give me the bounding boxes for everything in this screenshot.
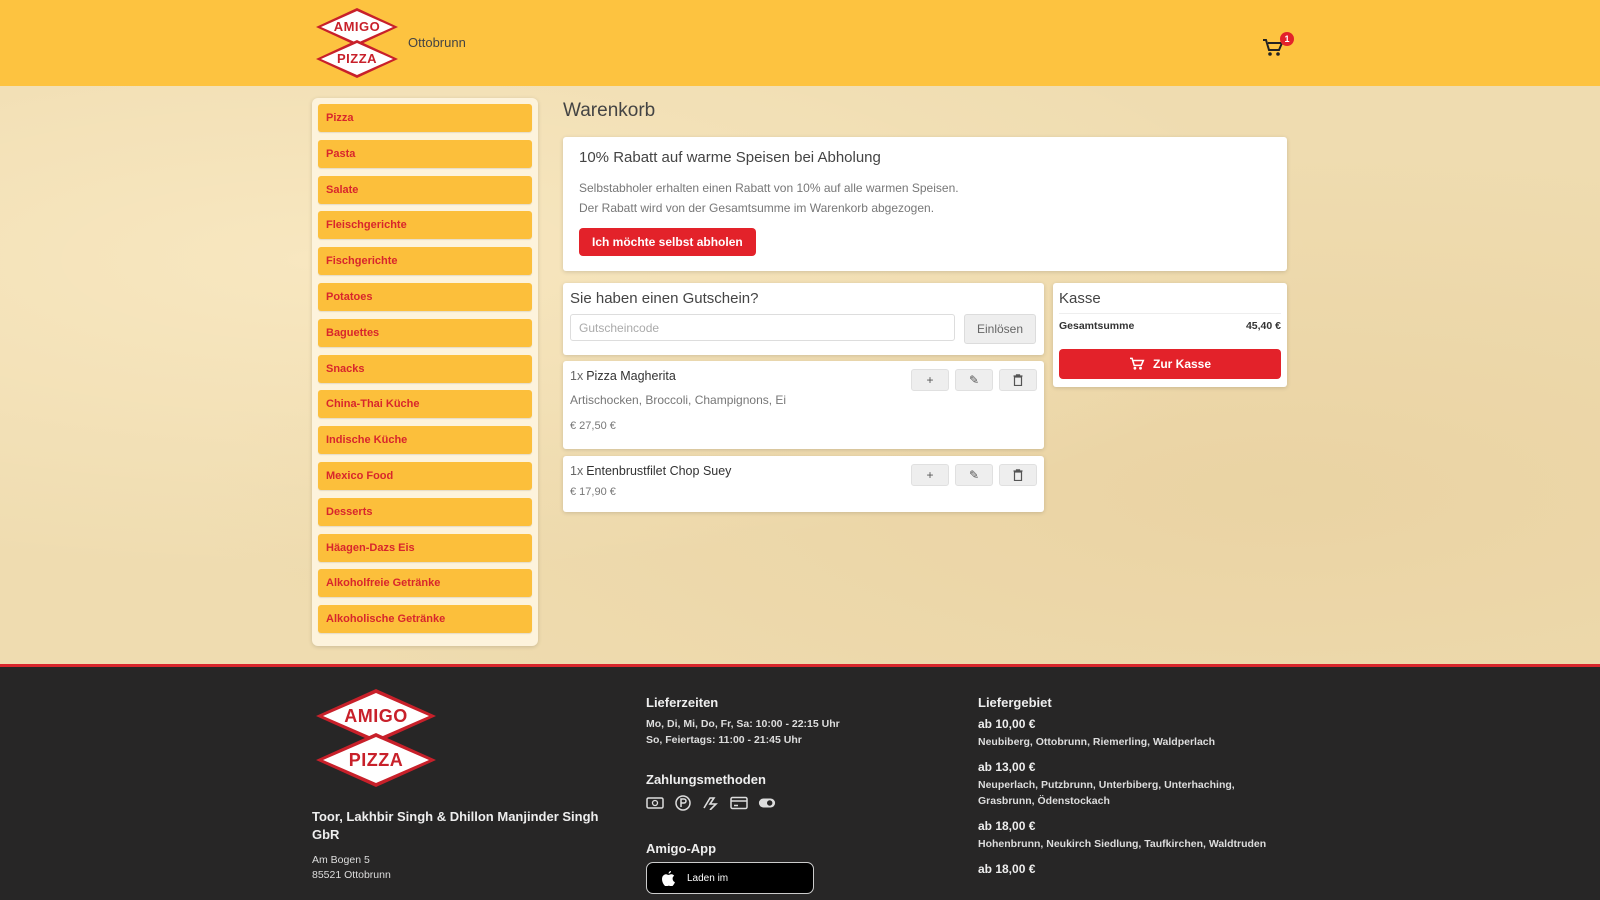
cart-icon [1129, 357, 1145, 370]
address-city: 85521 Ottobrunn [312, 869, 391, 881]
app-store-button[interactable]: Laden im [646, 862, 814, 894]
paypal-icon [674, 795, 692, 811]
category-sidebar: Pizza Pasta Salate Fleischgerichte Fischgeri… [312, 98, 538, 646]
pickup-discount-card: 10% Rabatt auf warme Speisen bei Abholun… [563, 137, 1287, 271]
total-label: Gesamtsumme [1059, 320, 1135, 332]
location-label: Ottobrunn [408, 35, 466, 50]
delivery-area-title: Liefergebiet [978, 695, 1052, 710]
cart-item-qty: 1x [570, 369, 584, 383]
cart-item-price: € 17,90 € [570, 486, 616, 498]
app-store-label: Laden im [687, 872, 729, 884]
zone-min-order: ab 18,00 € [978, 819, 1036, 833]
category-china-thai-küche[interactable]: China-Thai Küche [318, 390, 532, 419]
category-alkoholische-getränke[interactable]: Alkoholische Getränke [318, 605, 532, 634]
plus-icon: + [926, 468, 934, 482]
cart-item-name: Pizza Magherita [586, 369, 676, 383]
zone-towns: Neuperlach, Putzbrunn, Unterbiberg, Unte… [978, 779, 1235, 807]
apple-icon [662, 871, 675, 886]
footer-logo: AMIGO PIZZA [312, 689, 440, 789]
category-snacks[interactable]: Snacks [318, 354, 532, 383]
category-fleischgerichte[interactable]: Fleischgerichte [318, 211, 532, 240]
cash-icon [646, 795, 664, 811]
cart-count-badge: 1 [1280, 32, 1294, 46]
promo-title: 10% Rabatt auf warme Speisen bei Abholun… [579, 149, 881, 166]
edit-item-button[interactable]: ✎ [955, 464, 993, 486]
footer-logo-text-top: AMIGO [344, 706, 408, 726]
promo-line-1: Selbstabholer erhalten einen Rabatt von … [579, 181, 959, 195]
delivery-hours-weekdays: Mo, Di, Mi, Do, Fr, Sa: 10:00 - 22:15 Uh… [646, 718, 840, 730]
checkout-button-label: Zur Kasse [1152, 357, 1212, 371]
plus-icon: + [926, 373, 934, 387]
delivery-hours-sunday: So, Feiertags: 11:00 - 21:45 Uhr [646, 734, 802, 746]
logo-text-bottom: PIZZA [336, 51, 378, 66]
zone-towns: Hohenbrunn, Neukirch Siedlung, Taufkirch… [978, 838, 1267, 850]
payment-methods [646, 795, 946, 811]
category-pasta[interactable]: Pasta [318, 139, 532, 168]
delivery-area-column: Liefergebiet ab 10,00 € Neubiberg, Ottob… [978, 695, 1298, 876]
cart-item-extras: Artischocken, Broccoli, Champignons, Ei [570, 393, 787, 407]
app-title: Amigo-App [646, 841, 717, 856]
category-desserts[interactable]: Desserts [318, 497, 532, 526]
category-baguettes[interactable]: Baguettes [318, 318, 532, 347]
category-indische-küche[interactable]: Indische Küche [318, 426, 532, 455]
increase-quantity-button[interactable]: + [911, 464, 949, 486]
footer-logo-text-bottom: PIZZA [348, 750, 404, 770]
card-icon [730, 795, 748, 811]
company-address: Am Bogen 5 85521 Ottobrunn [312, 853, 391, 883]
address-street: Am Bogen 5 [312, 854, 370, 866]
pencil-icon: ✎ [968, 468, 980, 482]
delivery-hours-title: Lieferzeiten [646, 695, 719, 710]
zone-towns: Neubiberg, Ottobrunn, Riemerling, Waldpe… [978, 736, 1216, 748]
footer-info-column: Lieferzeiten Mo, Di, Mi, Do, Fr, Sa: 10:… [646, 695, 946, 894]
total-value: 45,40 € [1245, 320, 1281, 332]
category-potatoes[interactable]: Potatoes [318, 282, 532, 311]
site-header: AMIGO PIZZA Ottobrunn 1 [0, 0, 1600, 86]
cart-item-name: Entenbrustfilet Chop Suey [586, 464, 732, 478]
cart-item: 1x Entenbrustfilet Chop Suey € 17,90 € + … [563, 456, 1044, 512]
voucher-code-input[interactable] [570, 314, 955, 341]
category-mexico-food[interactable]: Mexico Food [318, 461, 532, 490]
delete-item-button[interactable] [999, 464, 1037, 486]
amigo-pizza-logo[interactable]: AMIGO PIZZA [312, 8, 402, 80]
company-name: Toor, Lakhbir Singh & Dhillon Manjinder … [312, 809, 599, 842]
pencil-icon: ✎ [968, 373, 980, 387]
redeem-voucher-button[interactable]: Einlösen [964, 314, 1037, 344]
sofort-icon [702, 795, 720, 811]
page-title: Warenkorb [563, 100, 656, 121]
checkout-button[interactable]: Zur Kasse [1059, 349, 1281, 379]
voucher-card: Sie haben einen Gutschein? Einlösen [563, 283, 1044, 355]
zone-min-order: ab 10,00 € [978, 717, 1036, 731]
cart-item: 1x Pizza Magherita Artischocken, Broccoli… [563, 361, 1044, 449]
checkout-card: Kasse Gesamtsumme 45,40 € Zur Kasse [1053, 283, 1287, 387]
payment-methods-title: Zahlungsmethoden [646, 772, 766, 787]
trash-icon [1013, 374, 1023, 386]
edit-item-button[interactable]: ✎ [955, 369, 993, 391]
zone-min-order: ab 13,00 € [978, 760, 1036, 774]
trash-icon [1013, 469, 1023, 481]
category-fischgerichte[interactable]: Fischgerichte [318, 247, 532, 276]
category-pizza[interactable]: Pizza [318, 104, 532, 132]
checkout-title: Kasse [1059, 290, 1281, 314]
ec-icon [758, 795, 776, 811]
site-footer: AMIGO PIZZA Toor, Lakhbir Singh & Dhillo… [0, 664, 1600, 900]
category-häagen-dazs-eis[interactable]: Häagen-Dazs Eis [318, 533, 532, 562]
increase-quantity-button[interactable]: + [911, 369, 949, 391]
cart-item-price: € 27,50 € [570, 420, 616, 432]
cart-item-qty: 1x [570, 464, 584, 478]
voucher-title: Sie haben einen Gutschein? [570, 290, 759, 307]
category-alkoholfreie-getränke[interactable]: Alkoholfreie Getränke [318, 569, 532, 598]
category-salate[interactable]: Salate [318, 175, 532, 204]
promo-line-2: Der Rabatt wird von der Gesamtsumme im W… [579, 201, 935, 215]
zone-min-order: ab 18,00 € [978, 862, 1036, 876]
logo-text-top: AMIGO [333, 19, 381, 34]
delete-item-button[interactable] [999, 369, 1037, 391]
self-pickup-button[interactable]: Ich möchte selbst abholen [579, 228, 756, 256]
